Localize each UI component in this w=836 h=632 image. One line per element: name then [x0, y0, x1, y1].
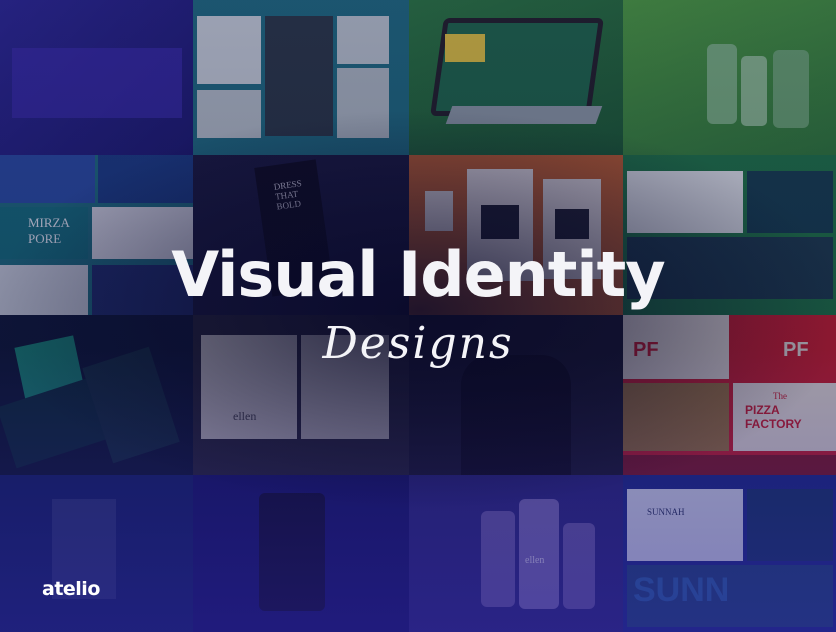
tile-purple-pattern — [0, 0, 193, 155]
pizza-the-label: The — [773, 391, 787, 401]
tile-bottles-green — [623, 0, 836, 155]
tile-sunnah-letterhead: SUNN SUNNAH — [623, 475, 836, 632]
ellen-bottle-label: ellen — [525, 555, 545, 566]
ellen-label: ellen — [233, 409, 257, 423]
mockup-collage: MIRZA PORE DRESS THAT BOLD ellen PF PF T… — [0, 0, 836, 632]
tile-sketches — [193, 0, 409, 155]
sunn-label: SUNN — [633, 571, 730, 609]
atelio-logo: atelio — [42, 578, 100, 600]
mirza-label: MIRZA — [28, 215, 70, 230]
sunnah-label: SUNNAH — [647, 507, 685, 517]
tile-poster-phone — [193, 475, 409, 632]
pizza-name-label: PIZZA FACTORY — [745, 403, 802, 431]
tile-book — [0, 475, 193, 632]
dress-label: DRESS THAT BOLD — [273, 178, 303, 212]
hero-title: Visual Identity — [171, 238, 665, 311]
tile-laptop — [409, 0, 623, 155]
hero-subtitle: Designs — [322, 318, 514, 369]
tile-bottles-purple: ellen — [409, 475, 623, 632]
